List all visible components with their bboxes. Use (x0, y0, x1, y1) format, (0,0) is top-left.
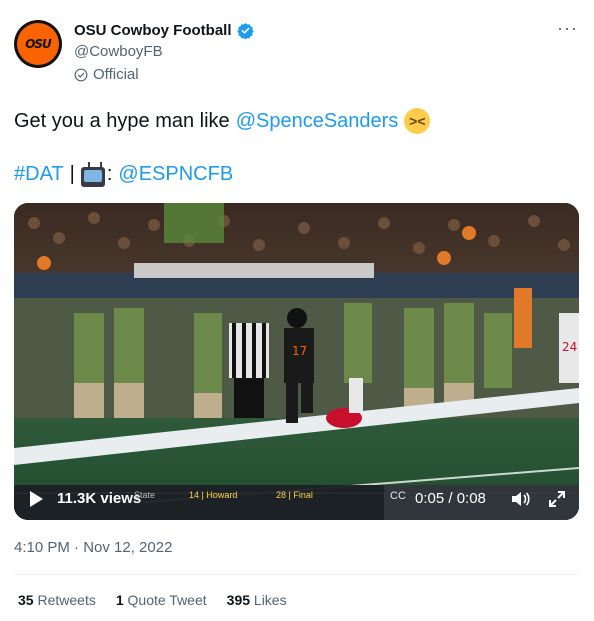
more-options-icon[interactable]: ··· (557, 18, 578, 39)
scorebug-final: 28 | Final (276, 490, 313, 500)
tweet-timestamp[interactable]: 4:10 PM · Nov 12, 2022 (14, 539, 172, 556)
official-check-icon (74, 68, 88, 81)
scorebug-team: State (134, 490, 156, 500)
video-frame-image: 17 24 (14, 203, 579, 520)
svg-text:24: 24 (562, 340, 577, 354)
scorebug-score: 14 | Howard (189, 490, 238, 500)
verified-badge-icon (236, 23, 254, 39)
retweets-count: 35 (18, 592, 34, 608)
quotes-label: Quote Tweet (127, 592, 207, 608)
divider (14, 574, 579, 575)
video-player[interactable]: 17 24 (14, 203, 579, 520)
avatar-ring: OSU (17, 23, 59, 65)
play-icon (30, 491, 43, 507)
avatar[interactable]: OSU (14, 20, 62, 68)
handle[interactable]: @CowboyFB (74, 43, 163, 60)
engagement-stats: 35 Retweets 1 Quote Tweet 395 Likes (18, 592, 307, 608)
quotes-count: 1 (115, 592, 124, 608)
likes-stat[interactable]: 395 Likes (227, 592, 287, 608)
play-button[interactable] (28, 490, 44, 508)
video-controls: 11.3K views State 14 | Howard 28 | Final… (14, 480, 579, 520)
face-with-steam-emoji-icon: >< (404, 108, 431, 134)
fullscreen-button[interactable] (548, 490, 566, 508)
display-name-text[interactable]: OSU Cowboy Football (74, 22, 232, 39)
volume-icon (512, 492, 530, 506)
television-emoji-icon (80, 166, 105, 187)
official-label[interactable]: Official (74, 66, 139, 83)
svg-text:17: 17 (292, 344, 307, 358)
mention-espn-link[interactable]: @ESPNCFB (118, 163, 233, 186)
tweet-text-line1: Get you a hype man like @SpenceSanders >… (14, 108, 431, 134)
view-count: 11.3K views (57, 490, 142, 507)
likes-label: Likes (253, 592, 287, 608)
hashtag-link[interactable]: #DAT (14, 163, 64, 186)
video-time: 0:05 / 0:08 (415, 490, 486, 507)
quote-tweets-stat[interactable]: 1 Quote Tweet (116, 592, 207, 608)
mention-link[interactable]: @SpenceSanders (236, 110, 399, 133)
scorebug-network: CC (390, 490, 406, 502)
tweet-text-line2: #DAT | : @ESPNCFB (14, 163, 233, 187)
retweets-label: Retweets (37, 592, 96, 608)
official-text: Official (93, 66, 139, 83)
separator: | (69, 163, 75, 185)
tv-colon: : (106, 163, 113, 185)
retweets-stat[interactable]: 35 Retweets (18, 592, 96, 608)
tweet-text: Get you a hype man like (14, 109, 230, 132)
likes-count: 395 (226, 592, 251, 608)
volume-button[interactable] (510, 490, 530, 508)
display-name[interactable]: OSU Cowboy Football (74, 22, 254, 39)
osu-logo: OSU (25, 37, 52, 51)
expand-icon (549, 491, 565, 507)
